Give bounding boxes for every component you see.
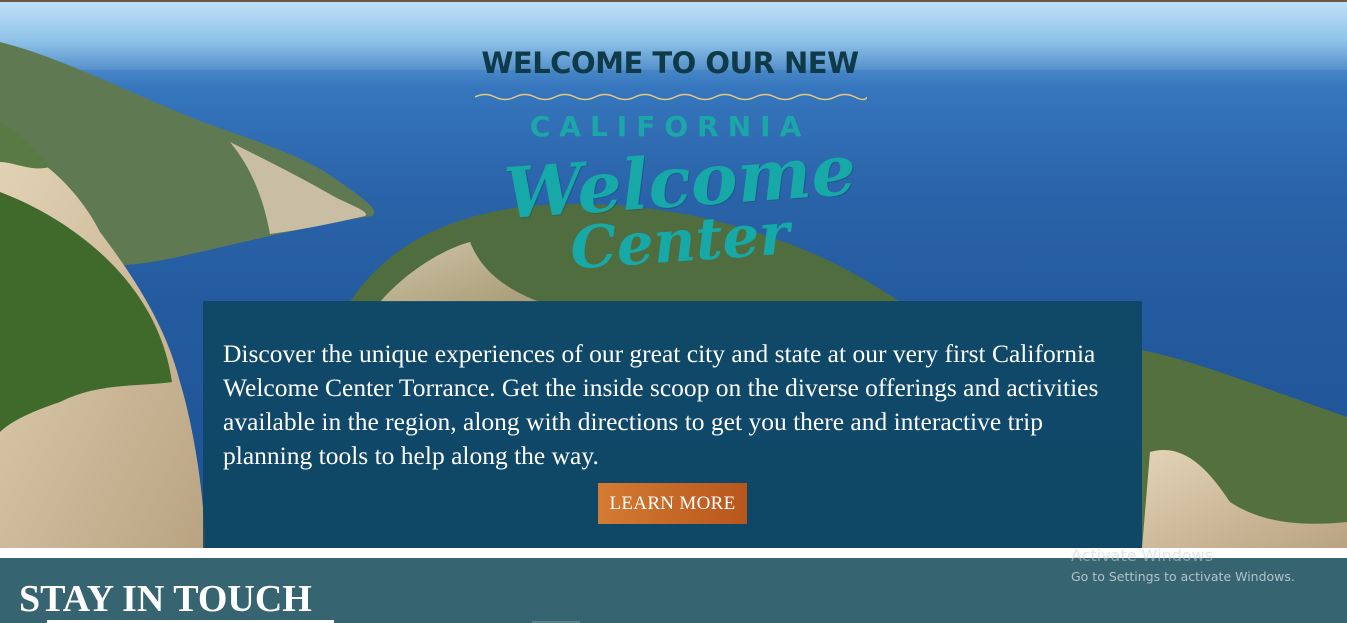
logo-welcome-to-our-new: WELCOME TO OUR NEW — [481, 46, 859, 80]
welcome-center-logo: WELCOME TO OUR NEW CALIFORNIA Welcome Ce… — [470, 42, 870, 302]
hero-banner: WELCOME TO OUR NEW CALIFORNIA Welcome Ce… — [0, 2, 1347, 548]
stay-in-touch-section: STAY IN TOUCH — [0, 558, 1347, 623]
intro-description: Discover the unique experiences of our g… — [223, 339, 1099, 470]
learn-more-button[interactable]: LEARN MORE — [598, 483, 747, 524]
intro-panel: Discover the unique experiences of our g… — [203, 301, 1142, 548]
logo-wave-divider — [475, 93, 867, 101]
stay-in-touch-heading: STAY IN TOUCH — [19, 578, 312, 620]
